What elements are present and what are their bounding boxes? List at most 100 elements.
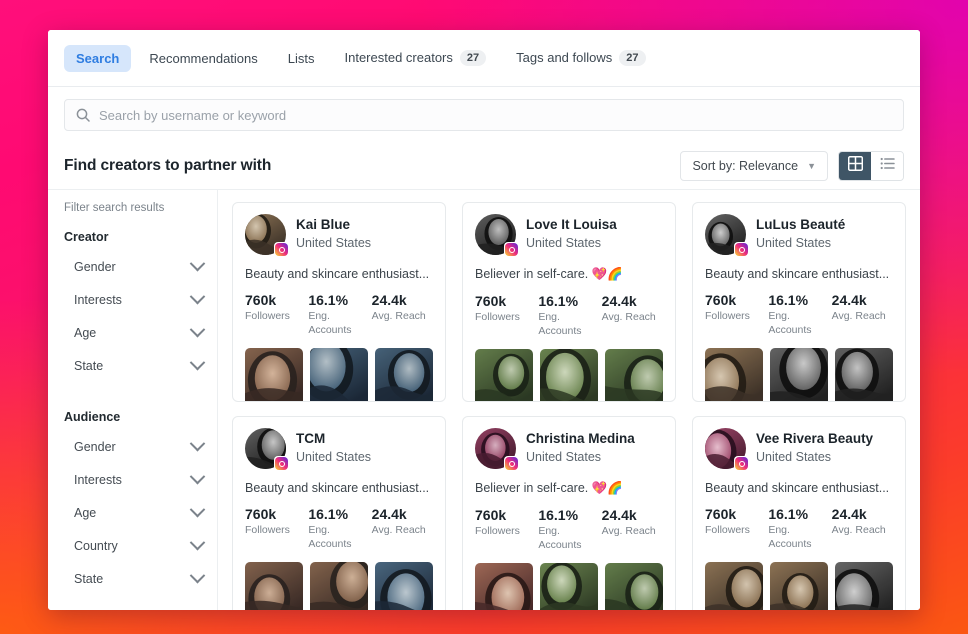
tab-label: Search (76, 50, 120, 66)
creator-card[interactable]: Love It Louisa United States Believer in s… (462, 202, 676, 402)
post-thumbnail[interactable] (475, 349, 533, 401)
stat-label: Eng. Accounts (768, 524, 812, 550)
creator-location: United States (296, 236, 372, 250)
stat-reach: 24.4k Avg. Reach (832, 505, 893, 551)
post-thumbnail[interactable] (310, 348, 368, 401)
tab-tags-and-follows[interactable]: Tags and follows 27 (504, 44, 657, 73)
filter-label: Gender (74, 259, 116, 274)
filter-creator-gender[interactable]: Gender (64, 250, 206, 283)
creator-post-thumbnails (705, 348, 893, 401)
filter-group-title: Creator (64, 230, 109, 244)
creator-name: Love It Louisa (526, 217, 617, 233)
stat-followers: 760k Followers (705, 291, 766, 337)
creator-card[interactable]: LuLus Beauté United States Beauty and skin… (692, 202, 906, 402)
chevron-down-icon (189, 567, 206, 584)
search-box[interactable] (64, 99, 904, 131)
stat-followers: 760k Followers (475, 292, 536, 338)
grid-view-icon (847, 155, 863, 176)
creator-meta: TCM United States (296, 431, 371, 466)
view-toggle-group (838, 151, 904, 181)
post-thumbnail[interactable] (705, 562, 763, 610)
stat-label: Followers (475, 311, 520, 324)
creator-name: Kai Blue (296, 217, 351, 233)
filter-creator-age[interactable]: Age (64, 316, 206, 349)
instagram-icon (734, 242, 749, 257)
creator-stats: 760k Followers 16.1% Eng. Accounts 24.4k Avg.… (705, 291, 893, 337)
stat-label: Followers (705, 310, 750, 323)
filter-creator-state[interactable]: State (64, 349, 206, 382)
stat-label: Eng. Accounts (308, 524, 352, 550)
tab-label: Interested creators (344, 50, 453, 66)
stat-value: 760k (705, 506, 737, 522)
post-thumbnail[interactable] (605, 349, 663, 401)
stat-engagement: 16.1% Eng. Accounts (538, 292, 599, 338)
post-thumbnail[interactable] (245, 348, 303, 401)
filter-audience-interests[interactable]: Interests (64, 463, 206, 496)
creator-card[interactable]: Kai Blue United States Beauty and skincare… (232, 202, 446, 402)
instagram-icon (504, 456, 519, 471)
filter-group-title: Audience (64, 410, 121, 424)
creator-post-thumbnails (705, 562, 893, 610)
chevron-down-icon (189, 501, 206, 518)
tab-interested-creators[interactable]: Interested creators 27 (333, 44, 499, 73)
post-thumbnail[interactable] (835, 562, 893, 610)
filter-creator-interests[interactable]: Interests (64, 283, 206, 316)
stat-label: Followers (475, 525, 520, 538)
filter-audience-country[interactable]: Country (64, 529, 206, 562)
creator-card[interactable]: Christina Medina United States Believer in… (462, 416, 676, 610)
creator-meta: Love It Louisa United States (526, 217, 617, 252)
post-thumbnail[interactable] (705, 348, 763, 401)
post-thumbnail[interactable] (540, 563, 598, 610)
tab-recommendations[interactable]: Recommendations (137, 45, 269, 72)
post-thumbnail[interactable] (835, 348, 893, 401)
creator-card[interactable]: TCM United States Beauty and skincare enth… (232, 416, 446, 610)
chevron-down-icon (189, 288, 206, 305)
filter-label: Age (74, 505, 97, 520)
filter-label: State (74, 571, 104, 586)
post-thumbnail[interactable] (375, 562, 433, 610)
creator-meta: Christina Medina United States (526, 431, 635, 466)
post-thumbnail[interactable] (245, 562, 303, 610)
stat-label: Followers (245, 310, 290, 323)
filter-label: Gender (74, 439, 116, 454)
stat-followers: 760k Followers (705, 505, 766, 551)
filter-sidebar: Filter search results Creator Gender Inter… (48, 190, 218, 610)
tab-search[interactable]: Search (64, 44, 132, 72)
list-view-button[interactable] (871, 152, 903, 180)
post-thumbnail[interactable] (310, 562, 368, 610)
tab-label: Lists (287, 50, 315, 66)
creator-post-thumbnails (245, 562, 433, 610)
post-thumbnail[interactable] (540, 349, 598, 401)
post-thumbnail[interactable] (605, 563, 663, 610)
creator-card[interactable]: Vee Rivera Beauty United States Beauty and… (692, 416, 906, 610)
creator-card-header: LuLus Beauté United States (705, 214, 893, 257)
tab-lists[interactable]: Lists (276, 45, 327, 72)
filter-audience-age[interactable]: Age (64, 496, 206, 529)
stat-label: Avg. Reach (371, 524, 426, 537)
post-thumbnail[interactable] (770, 348, 828, 401)
sort-dropdown[interactable]: Sort by: Relevance ▼ (680, 151, 828, 181)
creator-location: United States (756, 450, 832, 464)
post-thumbnail[interactable] (770, 562, 828, 610)
search-input[interactable] (99, 107, 892, 123)
stat-reach: 24.4k Avg. Reach (372, 505, 433, 551)
stat-value: 760k (245, 292, 277, 308)
grid-view-button[interactable] (839, 152, 871, 180)
chevron-down-icon (189, 468, 206, 485)
creator-stats: 760k Followers 16.1% Eng. Accounts 24.4k Avg.… (245, 505, 433, 551)
creator-card-header: Love It Louisa United States (475, 214, 663, 257)
filter-audience-state[interactable]: State (64, 562, 206, 595)
stat-label: Eng. Accounts (538, 525, 582, 551)
stat-label: Eng. Accounts (768, 310, 812, 336)
post-thumbnail[interactable] (375, 348, 433, 401)
avatar (475, 428, 519, 471)
stat-value: 24.4k (601, 293, 637, 309)
filter-audience-gender[interactable]: Gender (64, 430, 206, 463)
stat-value: 24.4k (371, 506, 407, 522)
creator-location: United States (526, 236, 602, 250)
creator-card-header: TCM United States (245, 428, 433, 471)
stat-reach: 24.4k Avg. Reach (832, 291, 893, 337)
post-thumbnail[interactable] (475, 563, 533, 610)
stat-followers: 760k Followers (245, 505, 306, 551)
stat-value: 16.1% (768, 506, 809, 522)
